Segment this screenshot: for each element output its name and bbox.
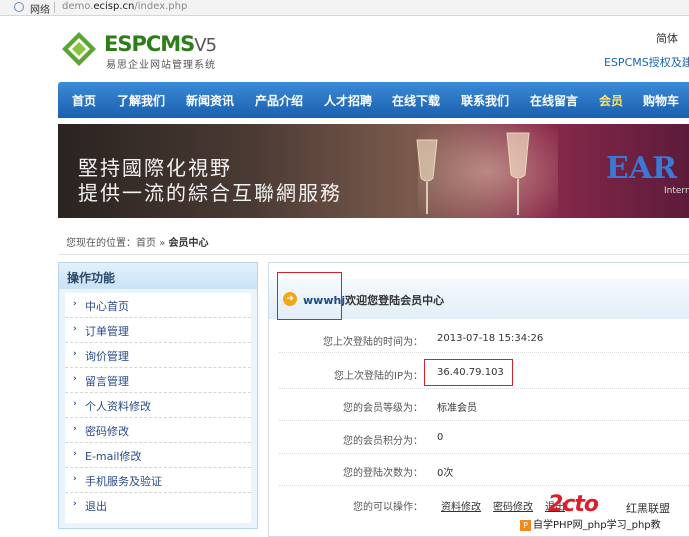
sidebar-item-mobile[interactable]: › 手机服务及验证	[65, 468, 251, 493]
member-level-value: 标准会员	[437, 403, 477, 414]
member-points-value: 0	[437, 432, 444, 443]
nav-item-cart[interactable]: 购物车	[643, 92, 679, 109]
network-label: 网络	[30, 5, 50, 16]
chevron-right-icon: ›	[73, 399, 77, 409]
watermark-logo: 2cto	[548, 492, 599, 517]
banner-logo-sub: Intern	[664, 186, 689, 196]
sidebar-menu: › 中心首页 › 订单管理 › 询价管理 › 留言管理 › 个人资料修改 › 密码修改 › E…	[65, 293, 251, 523]
banner-slogan-2: 提供一流的綜合互聯網服務	[78, 181, 342, 205]
row-divider	[279, 452, 689, 454]
php-badge-icon: P	[520, 520, 531, 531]
breadcrumb-current: 会员中心	[168, 238, 209, 249]
champagne-glass-icon	[506, 132, 530, 215]
operations-label: 您的可以操作：	[353, 502, 423, 513]
login-count-value: 0次	[437, 468, 454, 479]
sidebar-item-messages[interactable]: › 留言管理	[65, 368, 251, 393]
address-divider	[54, 2, 55, 13]
brand-name: ESPCMSV5	[104, 32, 217, 56]
sidebar-item-inquiries[interactable]: › 询价管理	[65, 343, 251, 368]
chevron-right-icon: ›	[73, 374, 77, 384]
main-nav: 首页 了解我们 新闻资讯 产品介绍 人才招聘 在线下载 联系我们 在线留言 会员…	[58, 82, 689, 118]
breadcrumb-home-link[interactable]: 首页	[136, 238, 156, 249]
last-login-time-label: 您上次登陆的时间为：	[323, 337, 423, 348]
chevron-right-icon: ›	[73, 449, 77, 459]
sidebar: 操作功能 › 中心首页 › 订单管理 › 询价管理 › 留言管理 › 个人资料修改 › 密码…	[58, 262, 258, 529]
breadcrumb: 您现在的位置：首页 » 会员中心	[58, 226, 689, 255]
nav-item-jobs[interactable]: 人才招聘	[324, 92, 372, 109]
champagne-glass-icon	[416, 139, 438, 214]
chevron-right-icon: ›	[73, 424, 77, 434]
espcms-logo-icon	[62, 32, 96, 66]
row-divider	[279, 484, 689, 486]
license-link[interactable]: ESPCMS授权及建	[604, 54, 689, 70]
ip-highlight-box	[424, 359, 513, 386]
last-login-ip-label: 您上次登陆的IP为：	[334, 371, 423, 382]
url-text[interactable]: demo.ecisp.cn/index.php	[62, 1, 187, 12]
nav-item-contact[interactable]: 联系我们	[461, 92, 509, 109]
sidebar-item-profile[interactable]: › 个人资料修改	[65, 393, 251, 418]
sidebar-item-logout[interactable]: › 退出	[65, 493, 251, 517]
sidebar-header: 操作功能	[59, 263, 257, 289]
row-divider	[279, 387, 689, 389]
address-bar[interactable]: 网络 demo.ecisp.cn/index.php	[0, 0, 689, 16]
sidebar-title: 操作功能	[67, 271, 116, 285]
login-count-label: 您的登陆次数为：	[343, 468, 423, 479]
watermark-caption: P 自学PHP网_php学习_php教	[520, 516, 661, 531]
edit-profile-link[interactable]: 资料修改	[441, 498, 481, 513]
sidebar-item-orders[interactable]: › 订单管理	[65, 318, 251, 343]
row-divider	[279, 351, 689, 353]
nav-item-member[interactable]: 会员	[599, 92, 623, 109]
sidebar-item-center-home[interactable]: › 中心首页	[65, 293, 251, 318]
chevron-right-icon: ›	[73, 474, 77, 484]
row-divider	[279, 419, 689, 421]
nav-item-home[interactable]: 首页	[72, 92, 96, 109]
chevron-right-icon: ›	[73, 324, 77, 334]
banner-logo-text: EAR	[606, 151, 678, 186]
member-level-label: 您的会员等级为：	[343, 403, 423, 414]
nav-item-products[interactable]: 产品介绍	[255, 92, 303, 109]
sidebar-item-email[interactable]: › E-mail修改	[65, 443, 251, 468]
watermark-league: 红黑联盟	[626, 502, 670, 515]
chevron-right-icon: ›	[73, 299, 77, 309]
last-login-time-value: 2013-07-18 15:34:26	[437, 333, 544, 344]
sidebar-item-password[interactable]: › 密码修改	[65, 418, 251, 443]
username-highlight-box	[277, 272, 342, 320]
member-points-label: 您的会员积分为：	[343, 436, 423, 447]
nav-item-downloads[interactable]: 在线下载	[392, 92, 440, 109]
nav-item-news[interactable]: 新闻资讯	[186, 92, 234, 109]
site-logo[interactable]: ESPCMSV5 易思企业网站管理系统	[60, 30, 250, 71]
brand-subtitle: 易思企业网站管理系统	[106, 60, 216, 71]
chevron-right-icon: ›	[73, 349, 77, 359]
globe-icon	[14, 2, 24, 12]
chevron-right-icon: ›	[73, 499, 77, 509]
nav-item-guestbook[interactable]: 在线留言	[530, 92, 578, 109]
breadcrumb-text: 您现在的位置：首页 » 会员中心	[66, 238, 209, 249]
nav-item-about[interactable]: 了解我们	[117, 92, 165, 109]
language-link[interactable]: 简体	[656, 30, 678, 46]
hero-banner: 堅持國際化視野 提供一流的綜合互聯網服務 EAR Intern	[58, 124, 689, 218]
change-password-link[interactable]: 密码修改	[493, 498, 533, 513]
